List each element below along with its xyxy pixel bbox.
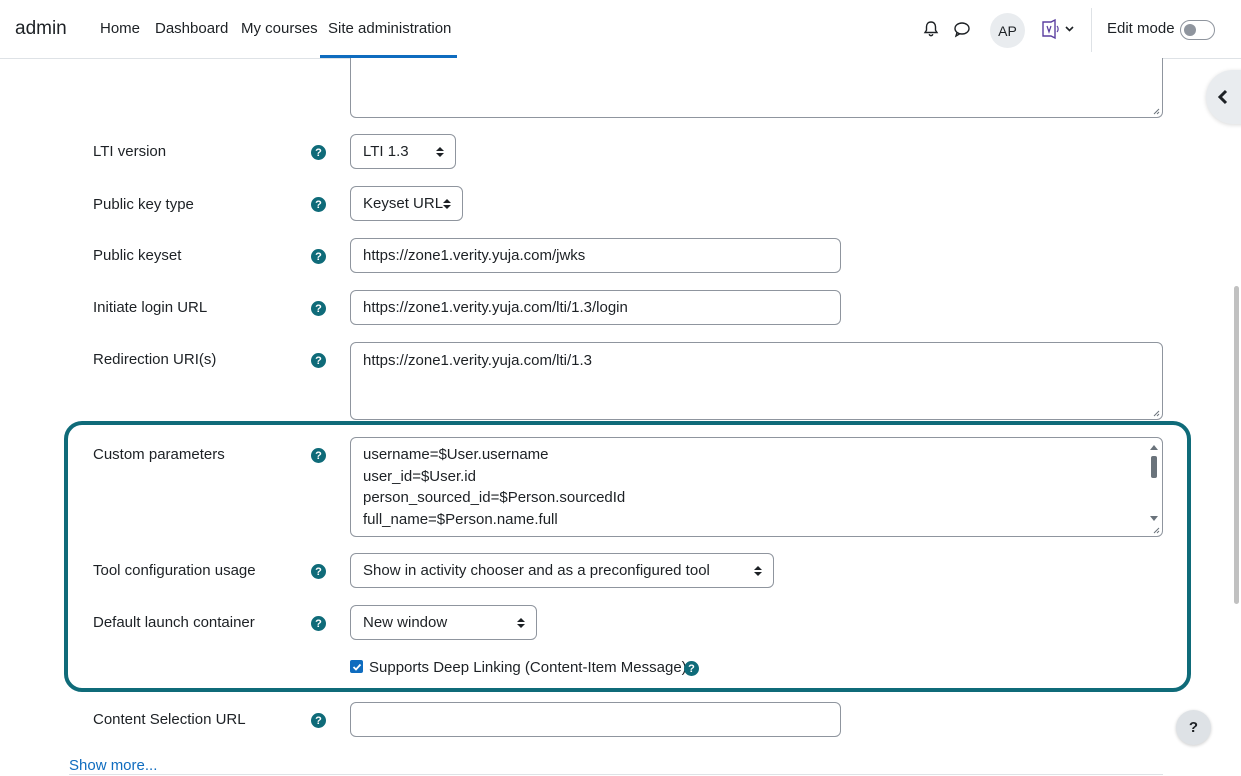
help-icon[interactable]: ?	[311, 616, 326, 631]
custom-param-line: user_id=$User.id	[363, 467, 476, 485]
messages-chat-icon[interactable]	[951, 18, 973, 40]
lti-version-label: LTI version	[93, 143, 167, 160]
lti-version-select[interactable]: LTI 1.3	[350, 134, 456, 169]
tool-config-usage-label: Tool configuration usage	[93, 562, 256, 579]
resize-handle-icon[interactable]	[1152, 526, 1160, 534]
initiate-login-url-input[interactable]: https://zone1.verity.yuja.com/lti/1.3/lo…	[350, 290, 841, 325]
default-launch-container-value: New window	[363, 614, 448, 631]
help-icon[interactable]: ?	[311, 713, 326, 728]
public-key-type-value: Keyset URL	[363, 195, 444, 212]
tool-config-usage-select[interactable]: Show in activity chooser and as a precon…	[350, 553, 774, 588]
textarea-scrollbar[interactable]	[1149, 442, 1159, 524]
deep-linking-label[interactable]: Supports Deep Linking (Content-Item Mess…	[369, 659, 687, 676]
edit-mode-label: Edit mode	[1107, 20, 1175, 37]
site-brand[interactable]: admin	[15, 18, 67, 40]
help-icon[interactable]: ?	[311, 564, 326, 579]
edit-mode-toggle[interactable]	[1180, 20, 1215, 40]
tool-config-usage-value: Show in activity chooser and as a precon…	[363, 562, 710, 579]
custom-parameters-label: Custom parameters	[93, 446, 225, 463]
notifications-bell-icon[interactable]	[920, 18, 942, 40]
help-icon[interactable]: ?	[311, 197, 326, 212]
select-caret-icon	[436, 146, 444, 157]
lti-version-value: LTI 1.3	[363, 143, 409, 160]
redirection-uris-label: Redirection URI(s)	[93, 351, 217, 368]
nav-dashboard[interactable]: Dashboard	[155, 20, 228, 37]
initiate-login-url-value: https://zone1.verity.yuja.com/lti/1.3/lo…	[363, 299, 628, 316]
custom-param-line: username=$User.username	[363, 446, 549, 463]
select-caret-icon	[443, 198, 451, 209]
public-key-type-label: Public key type	[93, 196, 194, 213]
deep-linking-checkbox[interactable]	[350, 660, 363, 673]
content-selection-url-input[interactable]	[350, 702, 841, 737]
language-menu-icon[interactable]	[1038, 16, 1078, 42]
redirection-uris-textarea[interactable]: https://zone1.verity.yuja.com/lti/1.3	[350, 342, 1163, 420]
public-keyset-label: Public keyset	[93, 247, 182, 264]
open-drawer-button[interactable]	[1206, 70, 1241, 124]
help-icon[interactable]: ?	[311, 249, 326, 264]
resize-handle-icon[interactable]	[1152, 107, 1160, 115]
initiate-login-url-label: Initiate login URL	[93, 299, 208, 316]
previous-textarea[interactable]	[350, 58, 1163, 118]
nav-site-administration[interactable]: Site administration	[328, 20, 451, 37]
toggle-knob	[1184, 24, 1196, 36]
help-icon[interactable]: ?	[311, 145, 326, 160]
default-launch-container-label: Default launch container	[93, 614, 255, 631]
navbar-divider	[1091, 8, 1092, 52]
redirection-uris-value: https://zone1.verity.yuja.com/lti/1.3	[363, 352, 592, 369]
public-keyset-value: https://zone1.verity.yuja.com/jwks	[363, 247, 586, 264]
custom-param-line: person_sourced_id=$Person.sourcedId	[363, 489, 626, 507]
custom-parameters-textarea[interactable]: username=$User.username user_id=$User.id…	[350, 437, 1163, 537]
custom-param-line: full_name=$Person.name.full	[363, 511, 558, 529]
help-icon[interactable]: ?	[311, 448, 326, 463]
default-launch-container-select[interactable]: New window	[350, 605, 537, 640]
nav-my-courses[interactable]: My courses	[241, 20, 318, 37]
nav-home[interactable]: Home	[100, 20, 140, 37]
page-scrollbar[interactable]	[1234, 286, 1239, 604]
help-icon[interactable]: ?	[684, 661, 699, 676]
resize-handle-icon[interactable]	[1152, 409, 1160, 417]
show-more-link[interactable]: Show more...	[69, 757, 157, 774]
top-navbar: admin Home Dashboard My courses Site adm…	[0, 0, 1241, 59]
section-divider	[69, 774, 1163, 775]
select-caret-icon	[754, 565, 762, 576]
help-icon[interactable]: ?	[311, 301, 326, 316]
help-fab-button[interactable]: ?	[1176, 710, 1211, 745]
user-avatar[interactable]: AP	[990, 13, 1025, 48]
public-key-type-select[interactable]: Keyset URL	[350, 186, 463, 221]
help-icon[interactable]: ?	[311, 353, 326, 368]
content-selection-url-label: Content Selection URL	[93, 711, 246, 728]
checkmark-icon	[352, 663, 361, 671]
public-keyset-input[interactable]: https://zone1.verity.yuja.com/jwks	[350, 238, 841, 273]
select-caret-icon	[517, 617, 525, 628]
chevron-left-icon	[1217, 89, 1228, 105]
